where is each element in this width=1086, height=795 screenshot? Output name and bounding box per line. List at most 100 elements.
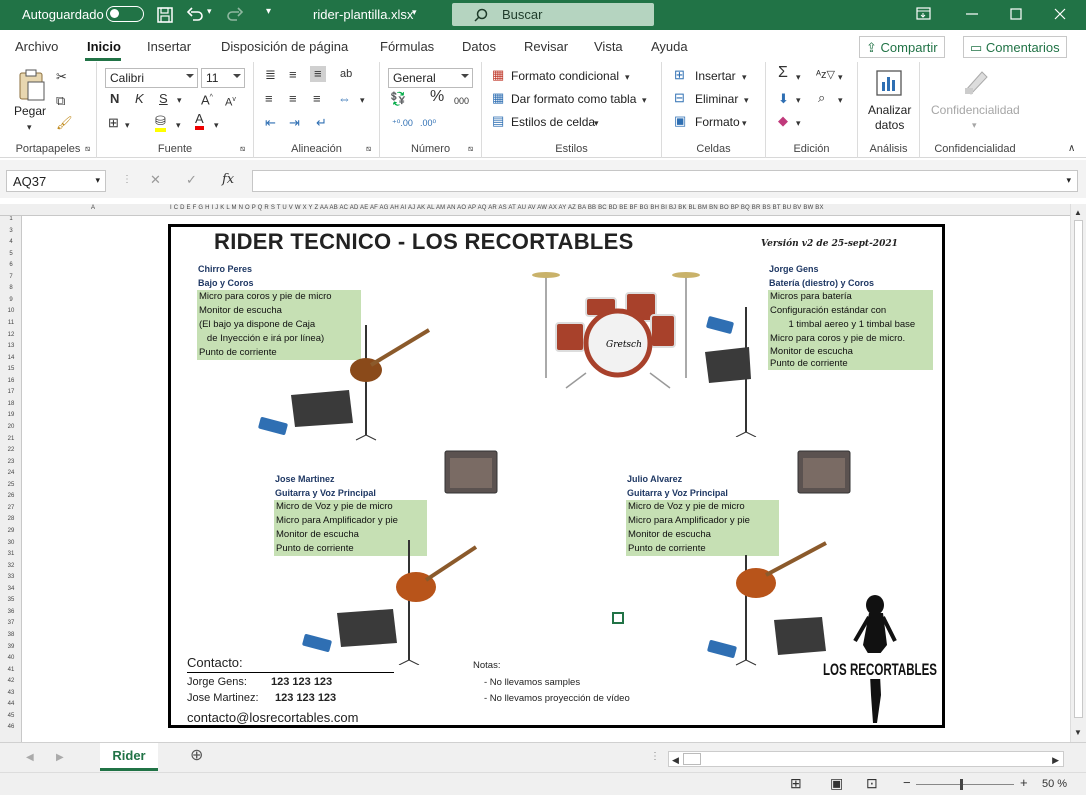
column-header[interactable]: A xyxy=(91,205,95,211)
paste-dropdown-icon[interactable]: ▾ xyxy=(27,120,32,134)
horizontal-scroll-thumb[interactable] xyxy=(683,753,701,765)
row-header[interactable]: 44 xyxy=(2,701,20,707)
align-middle-icon[interactable]: ≡ xyxy=(289,68,297,82)
italic-button[interactable]: K xyxy=(135,92,144,106)
row-header[interactable]: 16 xyxy=(2,378,20,384)
paste-label[interactable]: Pegar xyxy=(14,104,46,118)
delete-dropdown-icon[interactable]: ▾ xyxy=(744,93,749,107)
search-box[interactable]: Buscar xyxy=(452,3,654,26)
number-format-select[interactable]: General xyxy=(388,68,473,88)
vertical-scroll-thumb[interactable] xyxy=(1074,220,1083,718)
prev-sheet-icon[interactable]: ◀ xyxy=(26,751,34,765)
row-header[interactable]: 1 xyxy=(2,216,20,222)
font-color-icon[interactable]: A xyxy=(195,112,204,130)
row-header[interactable]: 23 xyxy=(2,459,20,465)
format-as-table-button[interactable]: Dar formato como tabla xyxy=(511,92,636,106)
row-header[interactable]: 30 xyxy=(2,540,20,546)
row-header[interactable]: 29 xyxy=(2,528,20,534)
scroll-down-icon[interactable]: ▼ xyxy=(1074,726,1082,740)
accounting-icon[interactable]: 💱 xyxy=(390,92,406,106)
decrease-indent-icon[interactable]: ⇤ xyxy=(265,116,276,130)
row-header[interactable]: 14 xyxy=(2,355,20,361)
customize-toolbar-icon[interactable]: ▾ xyxy=(266,6,271,17)
copy-icon[interactable]: ⧉ xyxy=(56,94,65,108)
zoom-slider-thumb[interactable] xyxy=(960,779,963,790)
undo-icon[interactable] xyxy=(186,6,204,24)
cell-styles-dropdown-icon[interactable]: ▾ xyxy=(594,116,599,130)
format-dropdown-icon[interactable]: ▾ xyxy=(742,116,747,130)
sort-filter-icon[interactable]: ᴬz▽ xyxy=(816,68,835,82)
format-cells-button[interactable]: Formato xyxy=(695,115,740,129)
filename-chevron-icon[interactable]: ▾ xyxy=(412,7,417,18)
autosum-dropdown-icon[interactable]: ▾ xyxy=(796,70,801,84)
align-right-icon[interactable]: ≡ xyxy=(313,92,321,106)
borders-icon[interactable]: ⊞ xyxy=(108,116,119,130)
increase-indent-icon[interactable]: ⇥ xyxy=(289,116,300,130)
ribbon-display-icon[interactable] xyxy=(914,4,934,24)
find-dropdown-icon[interactable]: ▾ xyxy=(838,93,843,107)
row-header[interactable]: 11 xyxy=(2,320,20,326)
tab-inicio[interactable]: Inicio xyxy=(87,39,121,54)
column-header-strip[interactable]: I C D E F G H I J K L M N O P Q R S T U … xyxy=(170,205,824,211)
tab-splitter-icon[interactable]: ⋮ xyxy=(650,750,660,764)
horizontal-scrollbar[interactable]: ◀ ▶ xyxy=(668,751,1064,767)
row-header[interactable]: 5 xyxy=(2,251,20,257)
expand-formula-icon[interactable]: ▾ xyxy=(1066,175,1071,186)
normal-view-icon[interactable]: ⊞ xyxy=(790,776,802,790)
merge-center-icon[interactable]: ⇔ xyxy=(338,92,351,106)
row-header[interactable]: 37 xyxy=(2,620,20,626)
name-box-dropdown-icon[interactable]: ▾ xyxy=(95,175,100,186)
zoom-in-icon[interactable]: + xyxy=(1020,776,1028,790)
sheet-tab-rider[interactable]: Rider xyxy=(100,743,158,771)
row-header[interactable]: 27 xyxy=(2,505,20,511)
autosum-icon[interactable]: Σ xyxy=(778,65,788,81)
tab-archivo[interactable]: Archivo xyxy=(15,39,58,54)
vertical-scrollbar[interactable]: ▲ ▼ xyxy=(1070,204,1086,742)
tab-disposicion[interactable]: Disposición de página xyxy=(221,39,348,54)
row-header[interactable]: 42 xyxy=(2,678,20,684)
comma-style-icon[interactable]: 000 xyxy=(454,94,469,108)
autosave-toggle[interactable] xyxy=(106,6,144,22)
decrease-decimal-icon[interactable]: .00⁰ xyxy=(420,116,436,130)
fill-color-icon[interactable]: ⛁ xyxy=(155,114,166,132)
scroll-right-icon[interactable]: ▶ xyxy=(1052,753,1059,767)
insert-cells-button[interactable]: Insertar xyxy=(695,69,736,83)
tab-ayuda[interactable]: Ayuda xyxy=(651,39,688,54)
underline-dropdown-icon[interactable]: ▾ xyxy=(177,93,182,107)
cut-icon[interactable]: ✂ xyxy=(56,70,67,84)
increase-font-icon[interactable]: A^ xyxy=(201,91,213,107)
row-header[interactable]: 39 xyxy=(2,644,20,650)
table-dropdown-icon[interactable]: ▾ xyxy=(642,93,647,107)
row-header[interactable]: 9 xyxy=(2,297,20,303)
align-center-icon[interactable]: ≡ xyxy=(289,92,297,106)
tab-datos[interactable]: Datos xyxy=(462,39,496,54)
align-left-icon[interactable]: ≡ xyxy=(265,92,273,106)
save-icon[interactable] xyxy=(156,6,174,24)
row-header[interactable]: 18 xyxy=(2,401,20,407)
row-header[interactable]: 43 xyxy=(2,690,20,696)
row-header[interactable]: 15 xyxy=(2,366,20,372)
underline-button[interactable]: S xyxy=(159,92,168,106)
comments-button[interactable]: ▭ Comentarios xyxy=(963,36,1067,58)
alignment-launcher-icon[interactable]: ⧅ xyxy=(366,142,371,156)
zoom-out-icon[interactable]: − xyxy=(903,776,911,790)
zoom-slider[interactable] xyxy=(916,784,1014,785)
merge-dropdown-icon[interactable]: ▾ xyxy=(360,93,365,107)
row-header[interactable]: 13 xyxy=(2,343,20,349)
row-header[interactable]: 36 xyxy=(2,609,20,615)
row-header[interactable]: 31 xyxy=(2,551,20,557)
row-header[interactable]: 24 xyxy=(2,470,20,476)
file-name[interactable]: rider-plantilla.xlsx xyxy=(313,7,413,22)
row-header[interactable]: 3 xyxy=(2,228,20,234)
clear-dropdown-icon[interactable]: ▾ xyxy=(796,116,801,130)
next-sheet-icon[interactable]: ▶ xyxy=(56,751,64,765)
align-top-icon[interactable]: ≣ xyxy=(265,68,276,82)
row-header[interactable]: 28 xyxy=(2,516,20,522)
insert-function-icon[interactable]: fx xyxy=(222,173,234,187)
row-header[interactable]: 21 xyxy=(2,436,20,442)
worksheet-grid[interactable]: RIDER TECNICO - LOS RECORTABLES Versión … xyxy=(22,216,1070,742)
decrease-font-icon[interactable]: Av xyxy=(225,93,236,110)
borders-dropdown-icon[interactable]: ▾ xyxy=(125,118,130,132)
find-select-icon[interactable]: ⌕ xyxy=(818,91,825,105)
row-header[interactable]: 19 xyxy=(2,412,20,418)
